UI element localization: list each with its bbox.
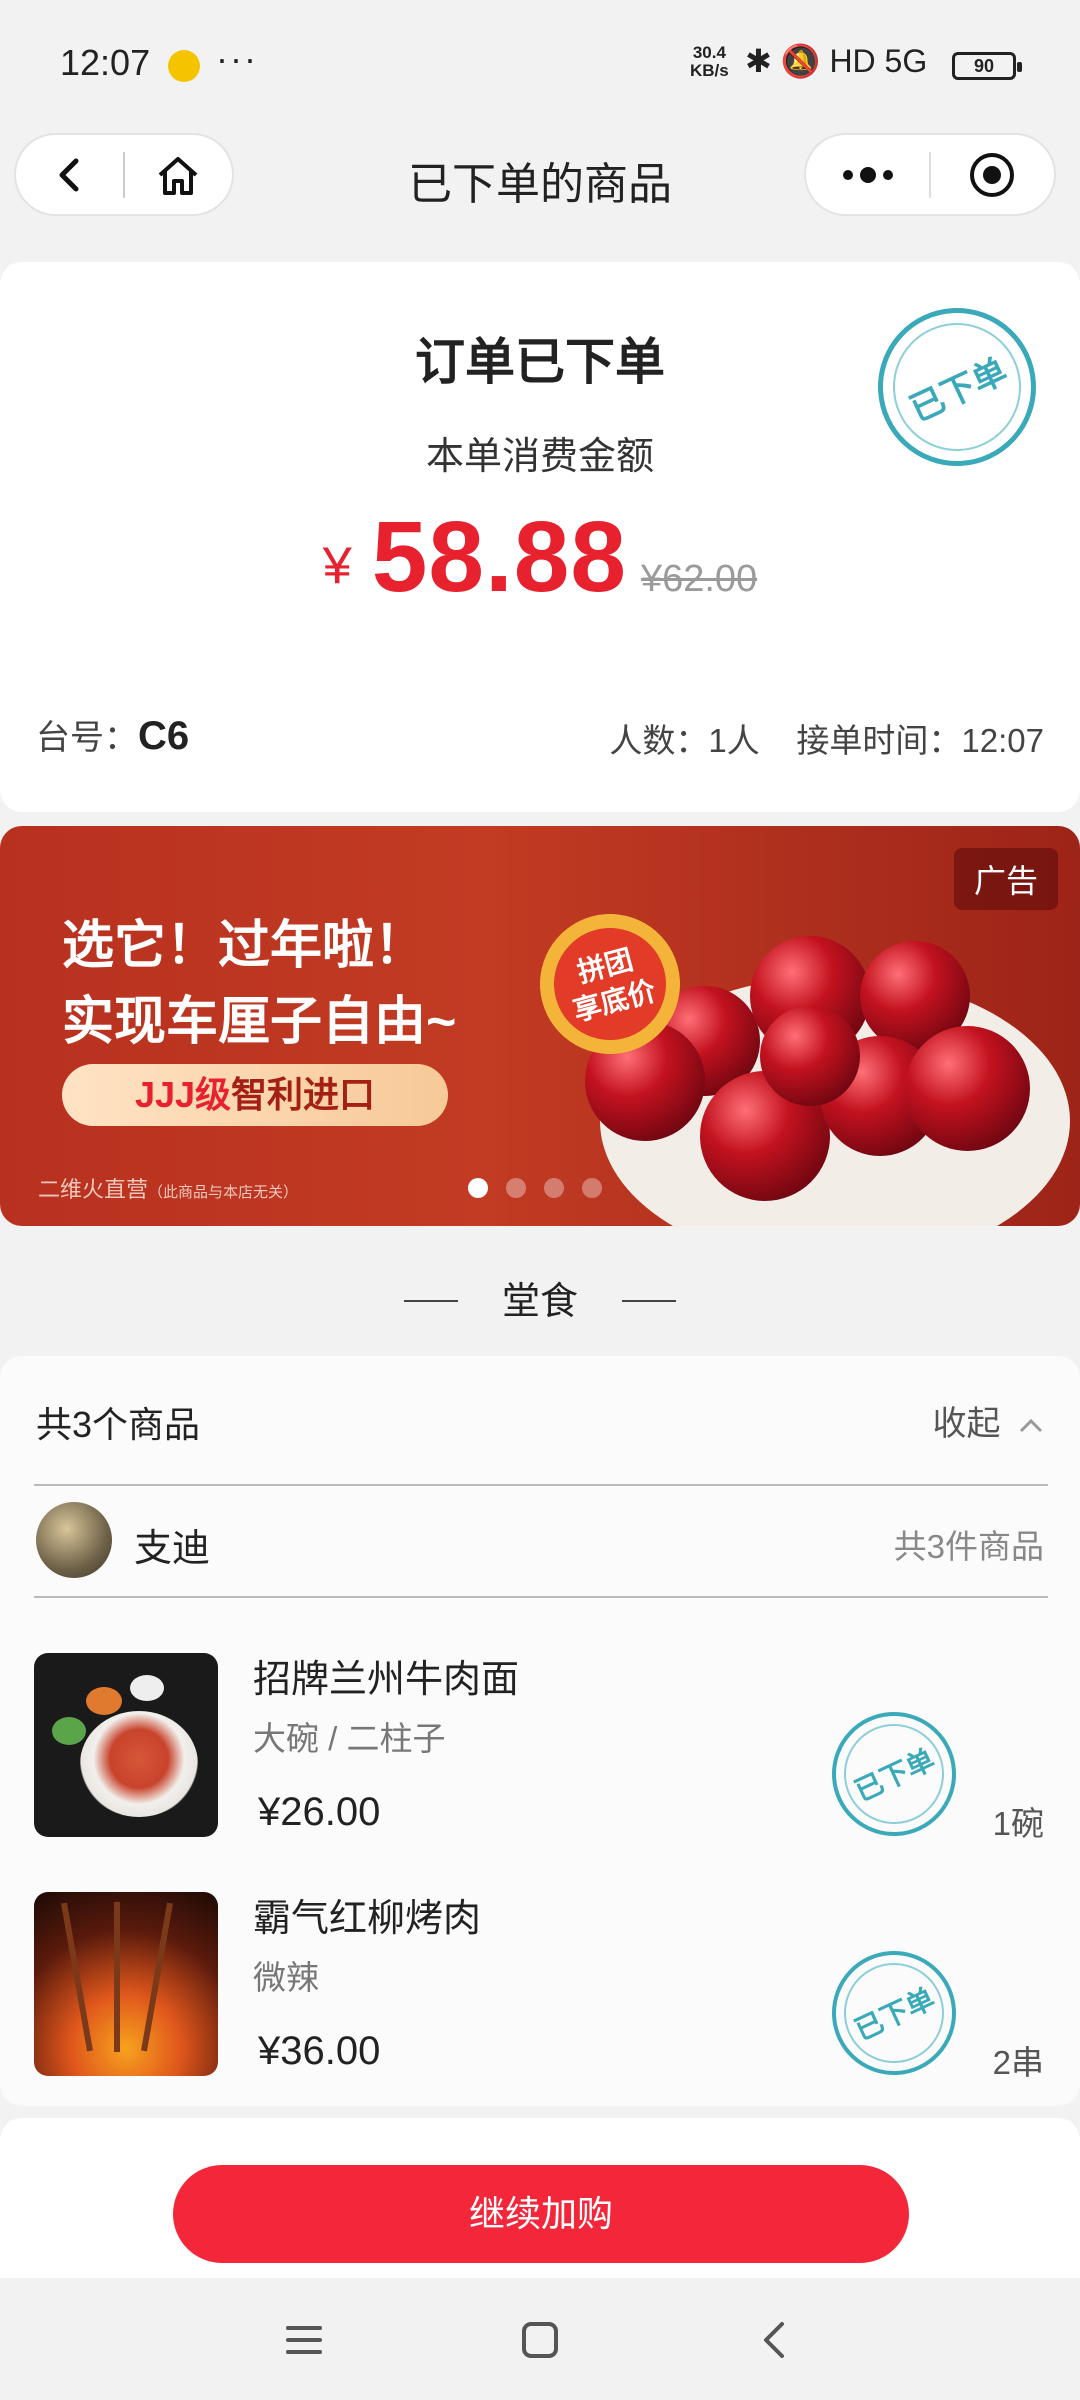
ad-footer: 二维火直营（此商品与本店无关） bbox=[38, 1177, 299, 1202]
system-navigation-bar bbox=[0, 2278, 1080, 2400]
amount-value: 58.88 bbox=[371, 501, 627, 613]
status-more: ··· bbox=[216, 38, 258, 79]
order-time: 接单时间：12:07 bbox=[796, 722, 1044, 759]
section-header: 堂食 bbox=[0, 1270, 1080, 1325]
carousel-dot bbox=[582, 1178, 602, 1198]
battery-icon: 90 bbox=[952, 52, 1022, 80]
mini-program-capsule bbox=[804, 133, 1056, 216]
product-image[interactable] bbox=[34, 1653, 218, 1837]
status-bar: 12:07 ··· 30.4 KB/s ✱ 🔕 HD 5G 90 bbox=[0, 0, 1080, 130]
user-name: 支迪 bbox=[134, 1528, 211, 1570]
product-name: 霸气红柳烤肉 bbox=[253, 1898, 482, 1940]
divider bbox=[34, 1484, 1048, 1486]
cherry-image bbox=[905, 1026, 1030, 1151]
carousel-indicator bbox=[468, 1178, 602, 1198]
more-button[interactable] bbox=[806, 135, 929, 214]
close-button[interactable] bbox=[931, 135, 1054, 214]
order-meta: 人数：1人 接单时间：12:07 bbox=[609, 714, 1044, 762]
continue-shopping-button[interactable]: 继续加购 bbox=[173, 2165, 909, 2263]
carousel-dot bbox=[544, 1178, 564, 1198]
currency-symbol: ¥ bbox=[322, 537, 352, 595]
product-quantity: 2串 bbox=[992, 2044, 1044, 2081]
divider bbox=[34, 1596, 1048, 1598]
back-icon[interactable] bbox=[756, 2320, 796, 2360]
product-price: ¥26.00 bbox=[258, 1790, 381, 1834]
product-spec: 大碗 / 二柱子 bbox=[253, 1720, 446, 1757]
more-icon bbox=[842, 166, 893, 183]
net-speed: 30.4 KB/s bbox=[690, 43, 729, 80]
menu-icon[interactable] bbox=[284, 2320, 324, 2360]
item-count: 共3个商品 bbox=[36, 1404, 201, 1445]
app-notification-icon bbox=[168, 50, 200, 82]
product-price: ¥36.00 bbox=[258, 2029, 381, 2073]
product-quantity: 1碗 bbox=[992, 1805, 1044, 1842]
carousel-dot-active bbox=[468, 1178, 488, 1198]
order-amount: ¥58.88 ¥62.00 bbox=[0, 500, 1080, 615]
product-image[interactable] bbox=[34, 1892, 218, 2076]
carousel-dot bbox=[506, 1178, 526, 1198]
avatar bbox=[36, 1502, 112, 1578]
ad-tag: 广告 bbox=[953, 848, 1058, 910]
product-name: 招牌兰州牛肉面 bbox=[253, 1659, 520, 1701]
square-icon[interactable] bbox=[520, 2320, 560, 2360]
ad-banner[interactable]: 拼团 享底价 广告 选它！过年啦！ 实现车厘子自由~ JJJ级智利进口 二维火直营（… bbox=[0, 826, 1080, 1226]
ad-cta: JJJ级智利进口 bbox=[62, 1064, 448, 1126]
ad-headline: 选它！过年啦！ 实现车厘子自由~ bbox=[62, 917, 457, 1051]
table-number-value: C6 bbox=[138, 714, 190, 758]
target-icon bbox=[970, 152, 1015, 197]
cherry-image bbox=[760, 1006, 860, 1106]
product-spec: 微辣 bbox=[253, 1959, 319, 1996]
table-number: 台号：C6 bbox=[36, 714, 190, 758]
chevron-up-icon bbox=[1019, 1418, 1043, 1433]
original-price: ¥62.00 bbox=[640, 558, 758, 600]
people-count: 人数：1人 bbox=[609, 722, 760, 759]
status-time: 12:07 bbox=[60, 42, 151, 83]
user-item-count: 共3件商品 bbox=[893, 1528, 1044, 1565]
collapse-button[interactable]: 收起 bbox=[933, 1396, 1044, 1445]
status-icons: ✱ 🔕 HD 5G bbox=[745, 43, 928, 79]
